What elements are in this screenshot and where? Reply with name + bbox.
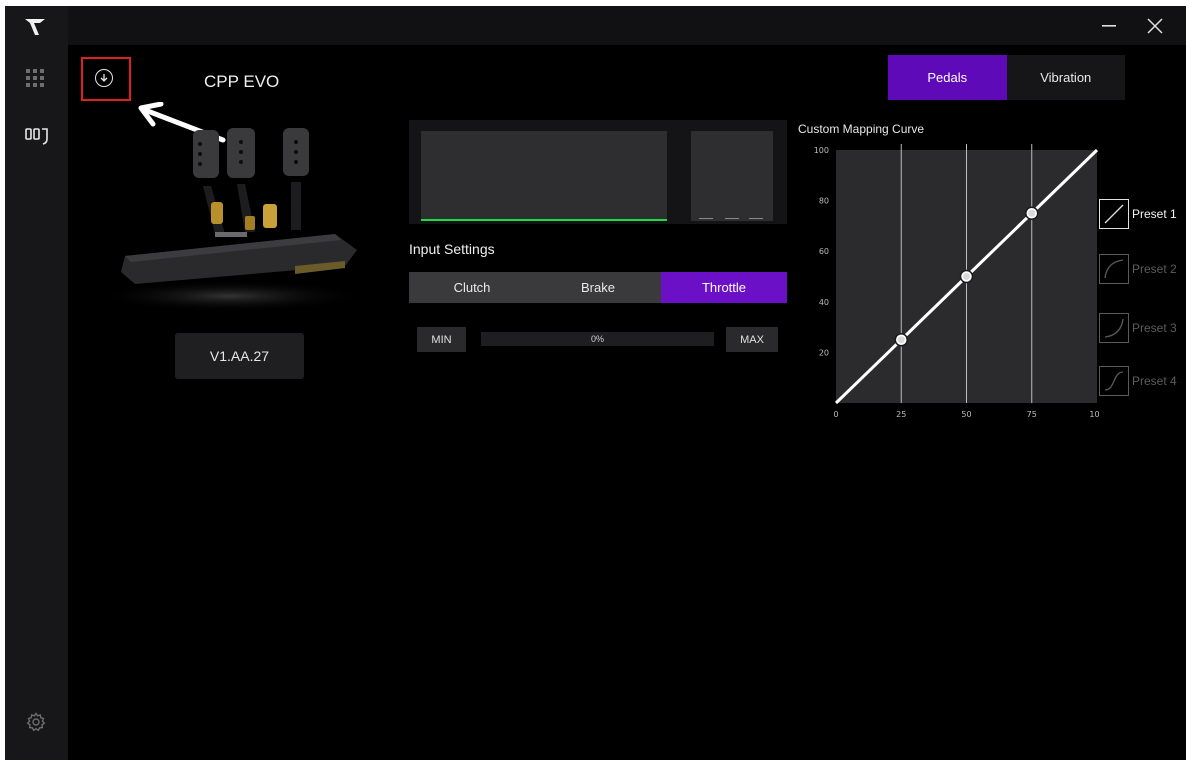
preset-4[interactable]: Preset 4 (1099, 366, 1186, 396)
pedal-set-image (95, 128, 365, 312)
curve-title: Custom Mapping Curve (798, 122, 925, 136)
input-value-bar: 0% (481, 332, 714, 346)
preset-1[interactable]: Preset 1 (1099, 199, 1186, 229)
title-bar (5, 6, 1186, 45)
y-tick-label: 60 (819, 247, 829, 256)
min-button[interactable]: MIN (417, 327, 466, 352)
bar-marker (699, 218, 713, 219)
s-curve-icon (1099, 366, 1129, 396)
app-window: CPP EVO V1.AA.27 Input Settings Clutch B… (5, 6, 1186, 760)
preset-label: Preset 1 (1132, 207, 1177, 221)
y-tick-label: 80 (819, 197, 829, 206)
mapping-curve-chart[interactable]: 20 40 60 80 100 0 25 50 75 100 (795, 142, 1100, 432)
preset-label: Preset 3 (1132, 321, 1177, 335)
x-tick-label: 100 (1089, 410, 1100, 419)
range-row: MIN 0% MAX (417, 327, 779, 352)
curve-control-point-center (897, 336, 905, 344)
y-tick-label: 40 (819, 298, 829, 307)
x-tick-label: 0 (833, 410, 838, 419)
device-name: CPP EVO (204, 72, 280, 91)
tab-vibration[interactable]: Vibration (1007, 55, 1126, 100)
tab-throttle[interactable]: Throttle (661, 272, 787, 303)
tab-clutch[interactable]: Clutch (409, 272, 535, 303)
input-bars (691, 131, 773, 221)
preset-label: Preset 4 (1132, 374, 1177, 388)
pedals-icon[interactable] (25, 125, 49, 150)
curve-control-point-center (1028, 209, 1036, 217)
pedal-tabs: Clutch Brake Throttle (409, 272, 787, 303)
preset-label: Preset 2 (1132, 262, 1177, 276)
y-tick-label: 20 (819, 348, 829, 357)
grid-icon[interactable] (26, 69, 44, 92)
download-circle-icon[interactable] (95, 69, 113, 87)
close-icon[interactable] (1135, 12, 1175, 40)
input-graph (421, 131, 667, 221)
tab-brake[interactable]: Brake (535, 272, 661, 303)
curve-control-point-center (963, 273, 970, 280)
x-tick-label: 25 (896, 410, 906, 419)
bar-marker (725, 218, 739, 219)
x-tick-label: 75 (1027, 410, 1037, 419)
bar-marker (749, 218, 763, 219)
max-button[interactable]: MAX (726, 327, 778, 352)
gear-icon[interactable] (26, 712, 46, 737)
tab-pedals[interactable]: Pedals (888, 55, 1007, 100)
sidebar (5, 6, 68, 760)
preset-3[interactable]: Preset 3 (1099, 313, 1186, 343)
app-logo-icon (25, 19, 45, 35)
mode-toggle: Pedals Vibration (888, 55, 1125, 100)
convex-curve-icon (1099, 313, 1129, 343)
linear-curve-icon (1099, 199, 1129, 229)
minimize-icon[interactable] (1089, 12, 1129, 40)
x-tick-label: 50 (961, 410, 971, 419)
input-level-line (421, 219, 667, 221)
input-settings-label: Input Settings (409, 241, 495, 257)
firmware-version-button[interactable]: V1.AA.27 (175, 333, 304, 379)
y-tick-label: 100 (814, 146, 829, 155)
preset-2[interactable]: Preset 2 (1099, 254, 1186, 284)
input-graph-panel (409, 120, 787, 224)
concave-curve-icon (1099, 254, 1129, 284)
